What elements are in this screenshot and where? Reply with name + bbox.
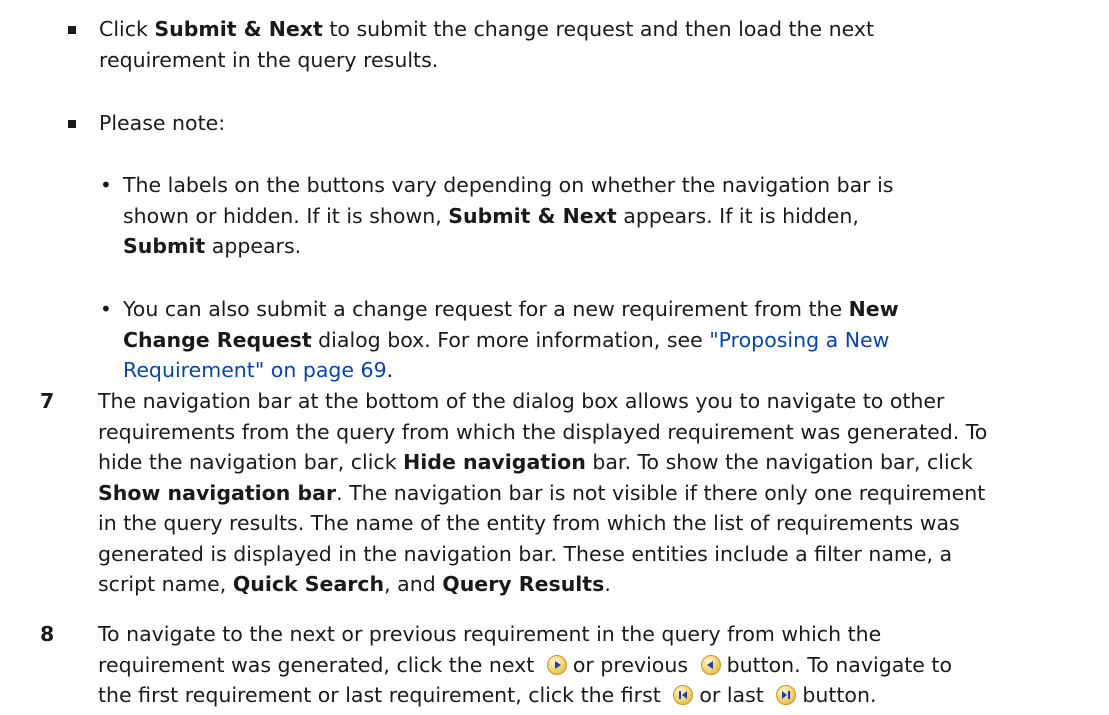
list-item-text: Click Submit & Next to submit the change… xyxy=(99,14,1089,75)
text-run: To navigate to the next or previous requ… xyxy=(98,622,882,646)
text-run: The navigation bar at the bottom of the … xyxy=(98,389,945,413)
bold-term: Change Request xyxy=(123,327,312,352)
text-run: dialog box. For more information, see xyxy=(311,327,710,352)
square-bullet-icon xyxy=(68,120,76,128)
next-arrow-icon xyxy=(546,654,567,675)
step-text: The navigation bar at the bottom of the … xyxy=(98,386,1103,600)
text-run: . The navigation bar is not visible if t… xyxy=(336,480,986,505)
text-run: You can also submit a change request for… xyxy=(123,297,849,321)
first-record-icon xyxy=(673,685,694,705)
text-run: requirement was generated, click the nex… xyxy=(98,652,535,677)
document-page: Click Submit & Next to submit the change… xyxy=(0,0,1109,715)
bold-term: Submit xyxy=(123,234,206,258)
bold-term: Show navigation bar xyxy=(98,480,337,505)
text-run: . xyxy=(386,358,394,382)
link-text[interactable]: Requirement" on page 69 xyxy=(123,358,387,382)
bold-term: Query Results xyxy=(442,572,605,596)
text-run: . xyxy=(604,572,611,596)
step-text: To navigate to the next or previous requ… xyxy=(98,619,1103,711)
previous-arrow-icon xyxy=(700,654,721,675)
text-run: Click xyxy=(99,17,155,41)
text-run: bar. To show the navigation bar, click xyxy=(585,450,973,474)
round-bullet-icon: • xyxy=(100,173,112,197)
bold-term: Quick Search xyxy=(232,572,385,596)
text-run: requirements from the query from which t… xyxy=(98,419,988,444)
text-run: or last xyxy=(699,683,764,707)
text-run: hide the navigation bar, click xyxy=(98,450,404,474)
text-run: appears. xyxy=(205,234,302,258)
text-run: , and xyxy=(384,572,443,596)
text-run: to submit the change request and then lo… xyxy=(322,17,875,41)
text-run: the first requirement or last requiremen… xyxy=(98,683,661,707)
bold-term: Submit & Next xyxy=(448,203,617,228)
text-run: button. To navigate to xyxy=(726,652,953,677)
text-run: script name, xyxy=(98,572,233,596)
text-run: generated is displayed in the navigation… xyxy=(98,541,953,566)
bold-term: Submit & Next xyxy=(154,17,323,41)
text-run: shown or hidden. If it is shown, xyxy=(123,203,449,228)
round-bullet-icon: • xyxy=(100,297,112,321)
step-number: 7 xyxy=(40,389,55,413)
list-item-text: Please note: xyxy=(99,111,226,135)
text-run: requirement in the query results. xyxy=(99,47,439,72)
sub-list-item-text: The labels on the buttons vary depending… xyxy=(123,170,1083,262)
text-run: in the query results. The name of the en… xyxy=(98,511,960,535)
square-bullet-icon xyxy=(68,26,76,34)
last-record-icon xyxy=(776,685,797,705)
text-run: or previous xyxy=(572,652,689,677)
step-number: 8 xyxy=(40,622,55,646)
text-run: button. xyxy=(802,683,877,707)
bold-term: Hide navigation xyxy=(403,450,586,474)
link-text[interactable]: "Proposing a New xyxy=(709,328,889,352)
sub-list-item-text: You can also submit a change request for… xyxy=(123,294,1083,386)
text-run: appears. If it is hidden, xyxy=(616,203,859,228)
bold-term: New xyxy=(848,297,899,321)
text-run: The labels on the buttons vary depending… xyxy=(123,173,894,197)
